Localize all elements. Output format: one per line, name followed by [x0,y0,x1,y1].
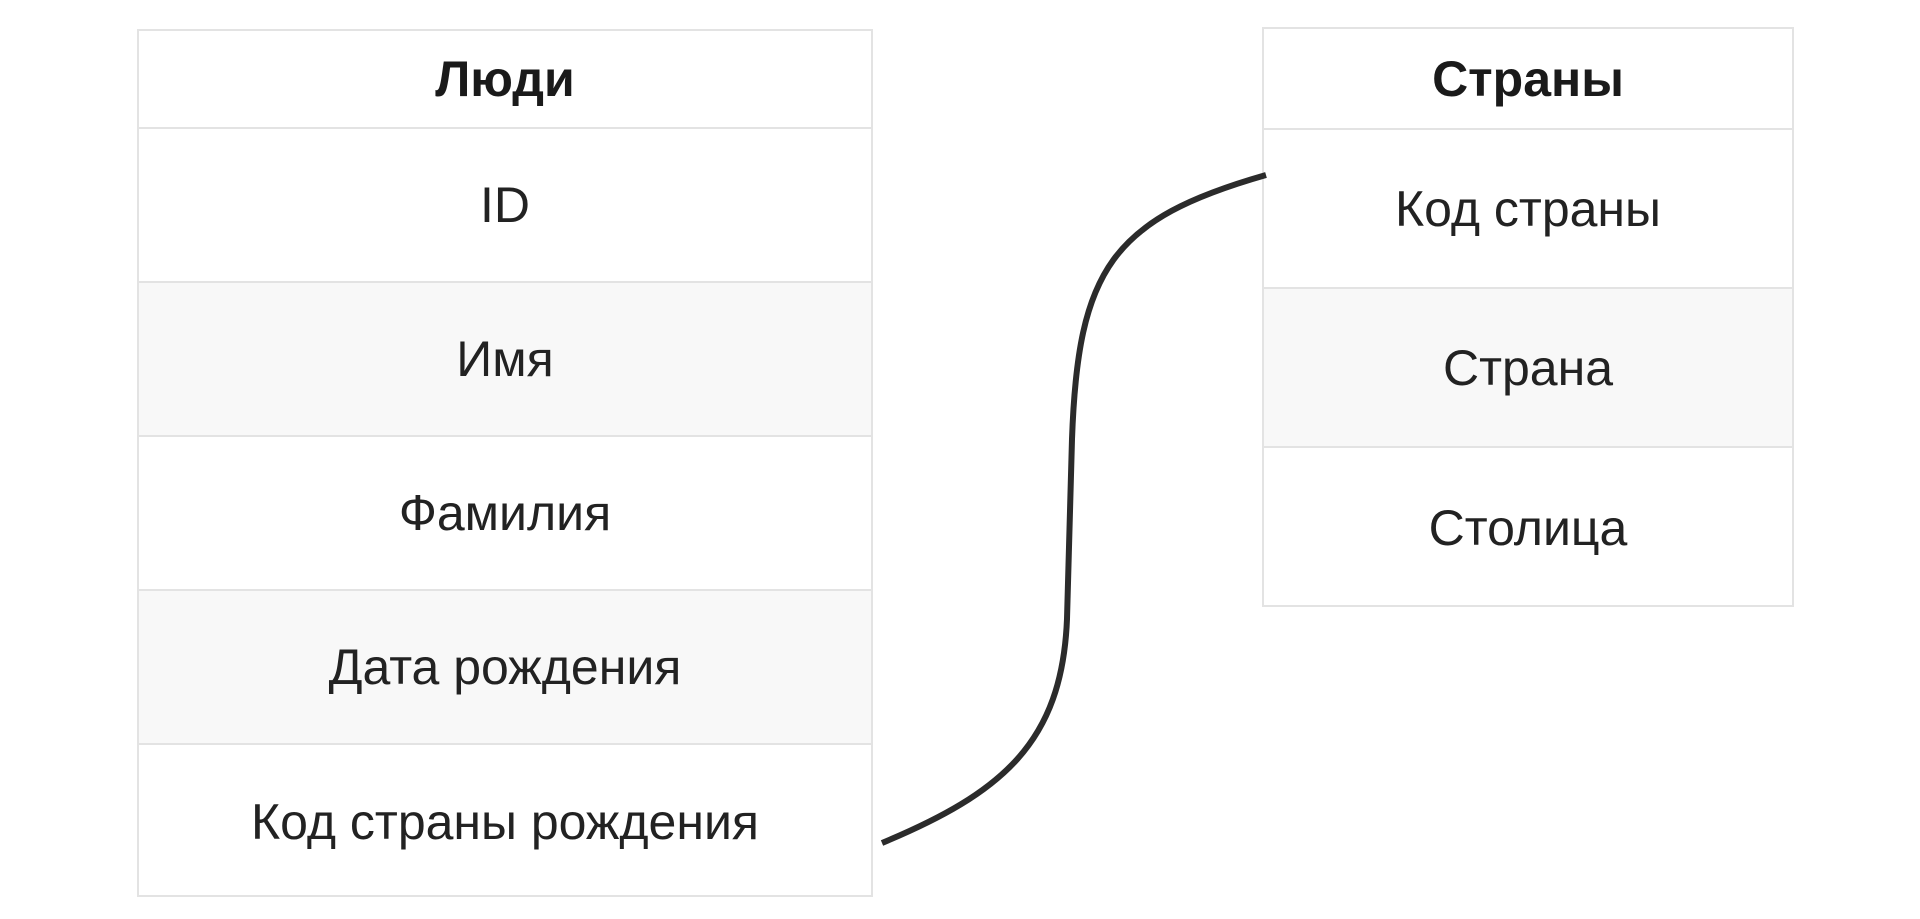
countries-field-country-code: Код страны [1264,130,1792,289]
people-field-last-name: Фамилия [139,437,871,591]
countries-field-capital: Столица [1428,499,1628,556]
people-field-id: ID [139,129,871,283]
relationship-connector-line [880,172,1267,846]
people-table-title: Люди [139,31,871,129]
people-field-birth-country-code: Код страны рождения [251,794,759,850]
countries-table: Страны Код страны Страна Столица [1262,27,1794,607]
people-field-birth-date: Дата рождения [139,591,871,745]
people-table: Люди ID Имя Фамилия Дата рождения Код ст… [137,29,873,897]
countries-field-country: Страна [1264,289,1792,448]
people-field-first-name: Имя [139,283,871,437]
countries-table-title: Страны [1264,29,1792,130]
